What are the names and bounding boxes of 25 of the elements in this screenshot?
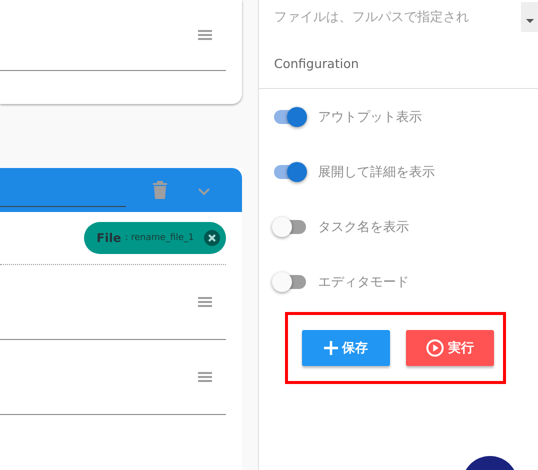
run-button[interactable]: 実行 xyxy=(406,330,494,366)
toggle-label: アウトプット表示 xyxy=(318,108,422,126)
toggle-label: 展開して詳細を表示 xyxy=(318,164,435,180)
toggle-switch[interactable] xyxy=(274,110,306,124)
menu-icon[interactable] xyxy=(198,372,212,382)
play-circle-icon xyxy=(426,339,444,357)
trash-icon[interactable] xyxy=(153,181,167,199)
close-icon[interactable] xyxy=(204,230,220,246)
chip-label: File xyxy=(96,231,122,245)
toggle-label: タスク名を表示 xyxy=(318,218,409,236)
caret-icon xyxy=(526,19,534,23)
menu-icon[interactable] xyxy=(198,297,212,307)
toggle-switch[interactable] xyxy=(274,164,306,178)
dropdown-button[interactable] xyxy=(521,2,538,32)
toggle-label: エディタモード xyxy=(318,274,409,290)
toggle-switch[interactable] xyxy=(274,220,306,234)
chevron-down-icon[interactable] xyxy=(198,188,210,196)
description-text: ファイルは、フルパスで指定され xyxy=(274,9,469,26)
section-title: Configuration xyxy=(259,38,538,89)
file-chip[interactable]: File : rename_file_1 xyxy=(84,222,226,254)
menu-icon[interactable] xyxy=(198,30,212,40)
plus-icon xyxy=(324,341,338,355)
toggle-switch[interactable] xyxy=(274,274,306,288)
save-button[interactable]: 保存 xyxy=(302,330,390,366)
chip-value: : rename_file_1 xyxy=(125,233,194,243)
